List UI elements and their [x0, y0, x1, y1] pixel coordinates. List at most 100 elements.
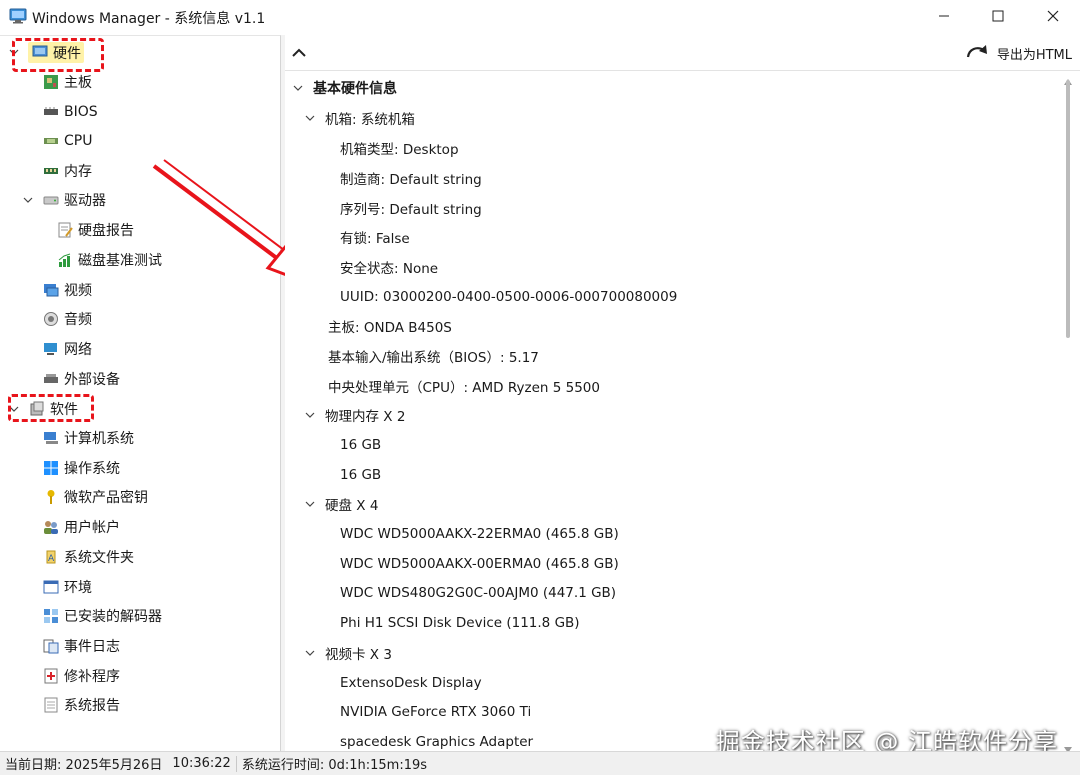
chevron-up-icon — [289, 48, 309, 67]
tree-item-label: 硬件 — [53, 45, 81, 62]
window-title: Windows Manager - 系统信息 v1.1 — [32, 11, 266, 27]
info-row: 16 GB — [340, 467, 382, 483]
tree-item-disk-report[interactable]: 硬盘报告 — [56, 216, 134, 244]
tree-item-product-key[interactable]: 微软产品密钥 — [42, 483, 148, 511]
info-row: 制造商: Default string — [340, 172, 482, 188]
chevron-down-icon[interactable] — [8, 403, 20, 415]
info-row: 基本输入/输出系统（BIOS）: 5.17 — [328, 350, 539, 366]
info-row: ExtensoDesk Display — [340, 675, 482, 691]
disk-report-icon — [56, 221, 74, 239]
tree-item-label: 环境 — [64, 580, 92, 596]
tree-item-audio[interactable]: 音频 — [42, 305, 92, 333]
tree-item-label: 修补程序 — [64, 669, 120, 685]
tree-item-system-report[interactable]: 系统报告 — [42, 691, 120, 719]
info-row-disks[interactable]: 硬盘 X 4 — [303, 490, 378, 518]
minimize-icon — [938, 10, 950, 26]
status-time: 10:36:22 — [172, 756, 231, 771]
export-html-label: 导出为HTML — [996, 47, 1072, 63]
info-row-label: 视频卡 X 3 — [325, 647, 392, 663]
tree-item-label: 操作系统 — [64, 461, 120, 477]
tree-item-system-folders[interactable]: A 系统文件夹 — [42, 543, 134, 571]
chevron-down-icon[interactable] — [8, 46, 20, 58]
info-row: 机箱类型: Desktop — [340, 142, 459, 158]
users-icon — [42, 518, 60, 536]
tree-item-label: BIOS — [64, 104, 98, 120]
info-row: NVIDIA GeForce RTX 3060 Ti — [340, 704, 532, 720]
tree-item-drives[interactable]: 驱动器 — [22, 186, 106, 214]
details-toolbar: 导出为HTML — [285, 35, 1080, 71]
info-row: WDC WDS480G2G0C-00AJM0 (447.1 GB) — [340, 585, 617, 601]
tree-item-label: 软件 — [50, 402, 78, 418]
chevron-down-icon[interactable] — [303, 111, 317, 125]
hardware-info-tree: 基本硬件信息 机箱: 系统机箱 机箱类型: Desktop 制造商: Defau… — [285, 72, 1059, 751]
tree-item-hardware[interactable]: 硬件 — [4, 38, 84, 66]
info-row-label: 机箱: 系统机箱 — [325, 112, 415, 128]
info-row-label: 硬盘 X 4 — [325, 498, 379, 514]
chevron-down-icon[interactable] — [291, 81, 305, 95]
peripheral-icon — [42, 370, 60, 388]
info-row-video-cards[interactable]: 视频卡 X 3 — [303, 639, 392, 667]
event-log-icon — [42, 637, 60, 655]
minimize-button[interactable] — [921, 0, 967, 35]
tree-item-operating-system[interactable]: 操作系统 — [42, 454, 120, 482]
title-bar: Windows Manager - 系统信息 v1.1 — [0, 0, 1080, 35]
codec-icon — [42, 607, 60, 625]
tree-item-user-accounts[interactable]: 用户帐户 — [42, 513, 120, 541]
audio-icon — [42, 310, 60, 328]
scrollbar-thumb[interactable] — [1066, 80, 1070, 338]
chevron-down-icon[interactable] — [303, 497, 317, 511]
details-pane: 导出为HTML 基本硬件信息 机箱: 系统机箱 机箱类型: Desktop 制造… — [285, 35, 1080, 753]
info-row: 安全状态: None — [340, 261, 439, 277]
tree-item-label: 外部设备 — [64, 372, 120, 388]
info-row: 16 GB — [340, 437, 382, 453]
collapse-all-button[interactable] — [289, 43, 309, 63]
drive-icon — [42, 191, 60, 209]
tree-item-patches[interactable]: 修补程序 — [42, 662, 120, 690]
chevron-down-icon[interactable] — [303, 408, 317, 422]
app-window: Windows Manager - 系统信息 v1.1 硬件 主板 BIOS C… — [0, 0, 1080, 775]
hardware-icon — [31, 42, 49, 60]
bios-chip-icon — [42, 103, 60, 121]
tree-item-software[interactable]: 软件 — [4, 395, 78, 423]
tree-item-bios[interactable]: BIOS — [42, 98, 98, 126]
navigation-tree: 硬件 主板 BIOS CPU 内存 驱动器 硬盘报告 磁盘基准测试 视频 音频 … — [0, 35, 281, 751]
info-row-label: 基本硬件信息 — [313, 81, 397, 97]
tree-item-environment[interactable]: 环境 — [42, 573, 92, 601]
tree-item-memory[interactable]: 内存 — [42, 157, 92, 185]
chevron-down-icon[interactable] — [22, 194, 34, 206]
tree-item-label: 磁盘基准测试 — [78, 253, 162, 269]
export-html-button[interactable]: 导出为HTML — [965, 41, 1072, 65]
maximize-button[interactable] — [975, 0, 1021, 35]
tree-item-label: 已安装的解码器 — [64, 609, 162, 625]
report-icon — [42, 696, 60, 714]
maximize-icon — [992, 10, 1004, 26]
tree-item-video[interactable]: 视频 — [42, 276, 92, 304]
tree-item-label: CPU — [64, 133, 93, 149]
info-row: UUID: 03000200-0400-0500-0006-0007000800… — [340, 289, 678, 305]
video-icon — [42, 281, 60, 299]
info-row-memory[interactable]: 物理内存 X 2 — [303, 401, 405, 429]
info-row: 有锁: False — [340, 231, 410, 247]
info-row: Phi H1 SCSI Disk Device (111.8 GB) — [340, 615, 580, 631]
patch-icon — [42, 667, 60, 685]
tree-item-cpu[interactable]: CPU — [42, 127, 92, 155]
tree-item-peripherals[interactable]: 外部设备 — [42, 365, 120, 393]
tree-item-network[interactable]: 网络 — [42, 335, 92, 363]
info-row-chassis[interactable]: 机箱: 系统机箱 — [303, 104, 415, 132]
scroll-down-arrow-icon[interactable] — [1064, 742, 1072, 753]
tree-item-computer-system[interactable]: 计算机系统 — [42, 424, 134, 452]
info-row-header[interactable]: 基本硬件信息 — [291, 74, 397, 102]
tree-item-codecs[interactable]: 已安装的解码器 — [42, 602, 162, 630]
close-button[interactable] — [1030, 0, 1076, 35]
tree-item-disk-benchmark[interactable]: 磁盘基准测试 — [56, 246, 162, 274]
tree-item-event-log[interactable]: 事件日志 — [42, 632, 120, 660]
folder-icon: A — [42, 548, 60, 566]
info-row: WDC WD5000AAKX-00ERMA0 (465.8 GB) — [340, 556, 619, 572]
tree-item-label: 事件日志 — [64, 639, 120, 655]
tree-item-motherboard[interactable]: 主板 — [42, 68, 92, 96]
info-row: 序列号: Default string — [340, 202, 482, 218]
info-row: WDC WD5000AAKX-22ERMA0 (465.8 GB) — [340, 526, 619, 542]
vertical-scrollbar[interactable] — [1060, 72, 1078, 753]
chevron-down-icon[interactable] — [303, 646, 317, 660]
tree-item-label: 音频 — [64, 312, 92, 328]
